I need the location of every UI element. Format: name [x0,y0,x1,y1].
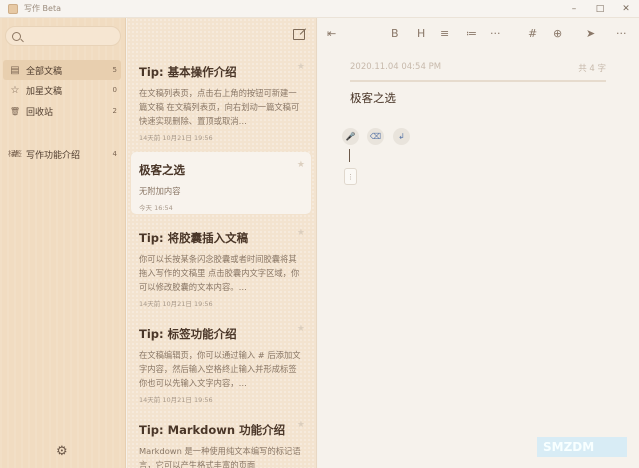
trash-icon: 🗑 [9,106,21,116]
note-excerpt: 无附加内容 [139,186,181,196]
sidebar-item-all-docs[interactable]: ▤ 全部文稿 5 [3,60,121,80]
send-icon[interactable]: ➤ [586,27,595,40]
microphone-icon[interactable]: 🎤 [342,128,359,145]
list-item[interactable]: ★ Tip: 将胶囊插入文稿 你可以长按某条闪念胶囊或者时间胶囊将其拖入写作的文… [131,220,311,308]
sidebar-tag-writing-intro[interactable]: # 写作功能介绍 4 [3,144,121,164]
hash-icon: # [10,148,20,160]
note-excerpt: 在文稿列表页，点击右上角的按钮可新建一篇文稿 在文稿列表页，向右划动一篇文稿可快… [139,88,300,126]
notes-list: ★ Tip: 基本操作介绍 在文稿列表页，点击右上角的按钮可新建一篇文稿 在文稿… [127,18,317,468]
hash-icon[interactable]: # [528,27,537,40]
app-logo-icon [8,3,18,14]
sidebar-item-count: 2 [112,107,117,115]
note-excerpt: Markdown 是一种使用纯文本编写的标记语言，它可以产生格式丰富的页面 [139,446,301,468]
collapse-icon[interactable]: ⇤ [327,27,336,40]
new-note-icon[interactable] [293,29,305,40]
more-icon[interactable]: ··· [616,27,627,40]
quote-icon[interactable]: ≔ [466,27,477,40]
doc-header: 2020.11.04 04:54 PM 共 4 字 [350,62,606,82]
search-input[interactable] [5,26,121,46]
drag-handle-icon[interactable]: ⋮ [344,168,357,185]
note-title: Tip: 基本操作介绍 [139,65,237,79]
note-excerpt: 在文稿编辑页，你可以通过输入 # 后添加文字内容，然后输入空格终止输入并形成标签… [139,350,301,388]
sidebar-item-count: 4 [112,150,117,158]
sidebar-item-label: 回收站 [26,107,54,118]
doc-body-text[interactable]: 极客之选 [350,90,396,106]
note-title: Tip: Markdown 功能介绍 [139,423,286,437]
window-controls: – □ ✕ [561,0,639,18]
sidebar-item-trash[interactable]: 🗑 回收站 2 [3,101,121,121]
maximize-button[interactable]: □ [587,0,613,18]
watermark: SMZDM [537,437,627,457]
list-item[interactable]: ★ Tip: Markdown 功能介绍 Markdown 是一种使用纯文本编写… [131,412,311,468]
gear-icon[interactable]: ⚙ [56,444,68,459]
title-bar: 写作 Beta – □ ✕ [0,0,639,18]
minimize-button[interactable]: – [561,0,587,18]
note-title: Tip: 标签功能介绍 [139,327,237,341]
sidebar-item-label: 全部文稿 [26,66,63,77]
star-icon[interactable]: ★ [297,62,305,72]
sidebar-item-label: 加星文稿 [26,86,63,97]
close-button[interactable]: ✕ [613,0,639,18]
word-count: 共 4 字 [578,64,606,74]
note-title: 极客之选 [139,163,185,177]
editor-toolbar: ⇤ B H ≡ ≔ ··· # ⊕ ➤ ··· [318,18,639,51]
search-icon [12,31,21,41]
list-item[interactable]: ★ Tip: 基本操作介绍 在文稿列表页，点击右上角的按钮可新建一篇文稿 在文稿… [131,54,311,142]
note-timestamp: 14天前 10月21日 19:56 [139,300,213,308]
heading-icon[interactable]: H [417,27,425,40]
tag-icon[interactable]: ⌫ [367,128,384,145]
more-format-icon[interactable]: ··· [490,27,501,40]
app-title: 写作 Beta [24,4,61,13]
sidebar: ▤ 全部文稿 5 ☆ 加星文稿 0 🗑 回收站 2 标签 # 写作功能介绍 4 … [0,18,126,468]
editor-pane: ⇤ B H ≡ ≔ ··· # ⊕ ➤ ··· 2020.11.04 04:54… [318,18,639,468]
star-icon[interactable]: ★ [297,324,305,334]
list-icon[interactable]: ≡ [440,27,449,40]
document-icon: ▤ [10,64,20,76]
sidebar-item-starred[interactable]: ☆ 加星文稿 0 [3,80,121,100]
list-item[interactable]: ★ Tip: 标签功能介绍 在文稿编辑页，你可以通过输入 # 后添加文字内容，然… [131,316,311,404]
star-icon[interactable]: ★ [297,228,305,238]
sidebar-item-label: 写作功能介绍 [26,150,81,161]
sidebar-item-count: 5 [112,66,117,74]
sidebar-item-count: 0 [112,86,117,94]
note-timestamp: 14天前 10月21日 19:56 [139,134,213,142]
text-cursor [349,149,350,162]
note-timestamp: 14天前 10月21日 19:56 [139,396,213,404]
note-timestamp: 今天 16:54 [139,204,173,212]
add-icon[interactable]: ⊕ [553,27,562,40]
return-icon[interactable]: ↲ [393,128,410,145]
note-title: Tip: 将胶囊插入文稿 [139,231,249,245]
star-icon[interactable]: ★ [297,420,305,430]
star-outline-icon: ☆ [10,84,20,96]
note-excerpt: 你可以长按某条闪念胶囊或者时间胶囊将其拖入写作的文稿里 点击胶囊内文字区域，你可… [139,254,300,292]
doc-date: 2020.11.04 04:54 PM [350,62,442,72]
list-item-selected[interactable]: ★ 极客之选 无附加内容 今天 16:54 [131,152,311,214]
star-icon[interactable]: ★ [297,160,305,170]
bold-icon[interactable]: B [391,27,399,40]
